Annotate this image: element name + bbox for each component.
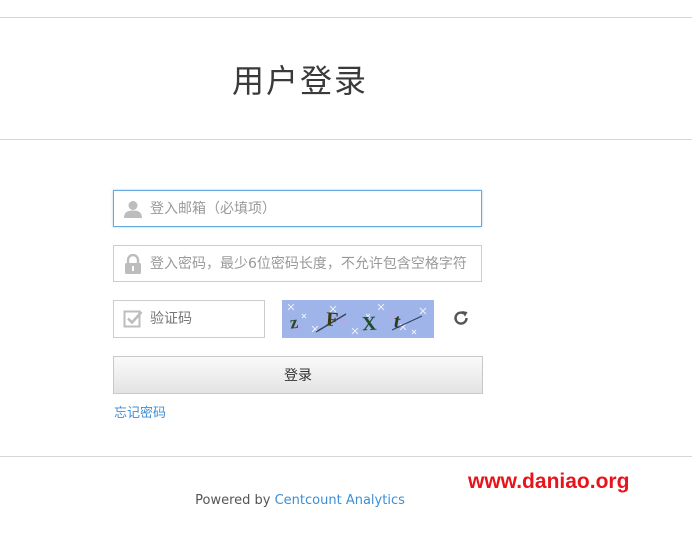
top-divider bbox=[0, 17, 692, 18]
footer-divider bbox=[0, 456, 692, 457]
watermark: www.daniao.org bbox=[468, 470, 630, 493]
captcha-input[interactable] bbox=[150, 301, 264, 337]
login-button[interactable]: 登录 bbox=[113, 356, 483, 394]
svg-text:F: F bbox=[325, 308, 339, 331]
email-field[interactable] bbox=[113, 190, 482, 227]
brand-link[interactable]: Centcount Analytics bbox=[275, 493, 405, 508]
login-page: 用户登录 登入邮箱（必填项） 验证码 z F X t 登录 忘记密码 Power… bbox=[0, 0, 692, 554]
checkbox-icon bbox=[122, 308, 144, 330]
powered-by-label: Powered by bbox=[195, 493, 275, 508]
svg-text:X: X bbox=[362, 313, 378, 336]
page-title: 用户登录 bbox=[231, 62, 368, 100]
lock-icon bbox=[122, 253, 144, 275]
refresh-icon bbox=[452, 309, 470, 327]
user-icon bbox=[122, 198, 144, 220]
captcha-field[interactable] bbox=[113, 300, 265, 338]
refresh-captcha-button[interactable] bbox=[450, 307, 472, 329]
footer: Powered by Centcount Analytics bbox=[0, 493, 600, 508]
email-input[interactable] bbox=[150, 191, 481, 226]
captcha-image[interactable]: z F X t bbox=[282, 300, 434, 338]
password-input[interactable] bbox=[150, 246, 481, 281]
forgot-password-link[interactable]: 忘记密码 bbox=[114, 402, 166, 421]
password-field[interactable] bbox=[113, 245, 482, 282]
header-divider bbox=[0, 139, 692, 140]
